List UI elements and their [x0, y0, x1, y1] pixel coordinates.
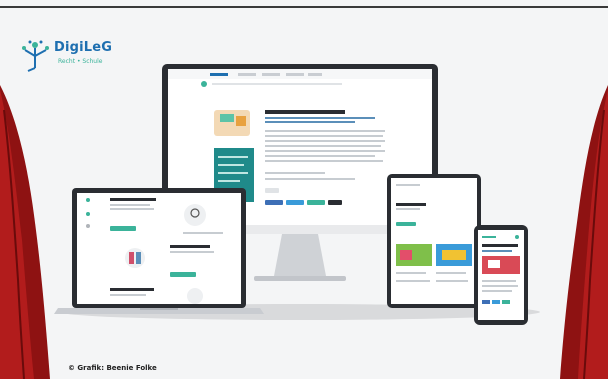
left-curtain	[0, 85, 50, 379]
smartphone	[474, 225, 528, 325]
digileg-logo: DigiLeG Recht • Schule	[18, 38, 128, 72]
image-credit-caption: © Grafik: Beenie Folke	[68, 364, 157, 372]
logo-title: DigiLeG	[54, 40, 113, 55]
presentation-stage: DigiLeG Recht • Schule © Grafik: Beenie …	[0, 0, 608, 379]
logo-subtitle: Recht • Schule	[58, 58, 103, 65]
tablet	[387, 174, 481, 308]
tree-figure-icon	[22, 40, 49, 72]
right-curtain	[560, 85, 608, 379]
laptop	[54, 188, 264, 314]
